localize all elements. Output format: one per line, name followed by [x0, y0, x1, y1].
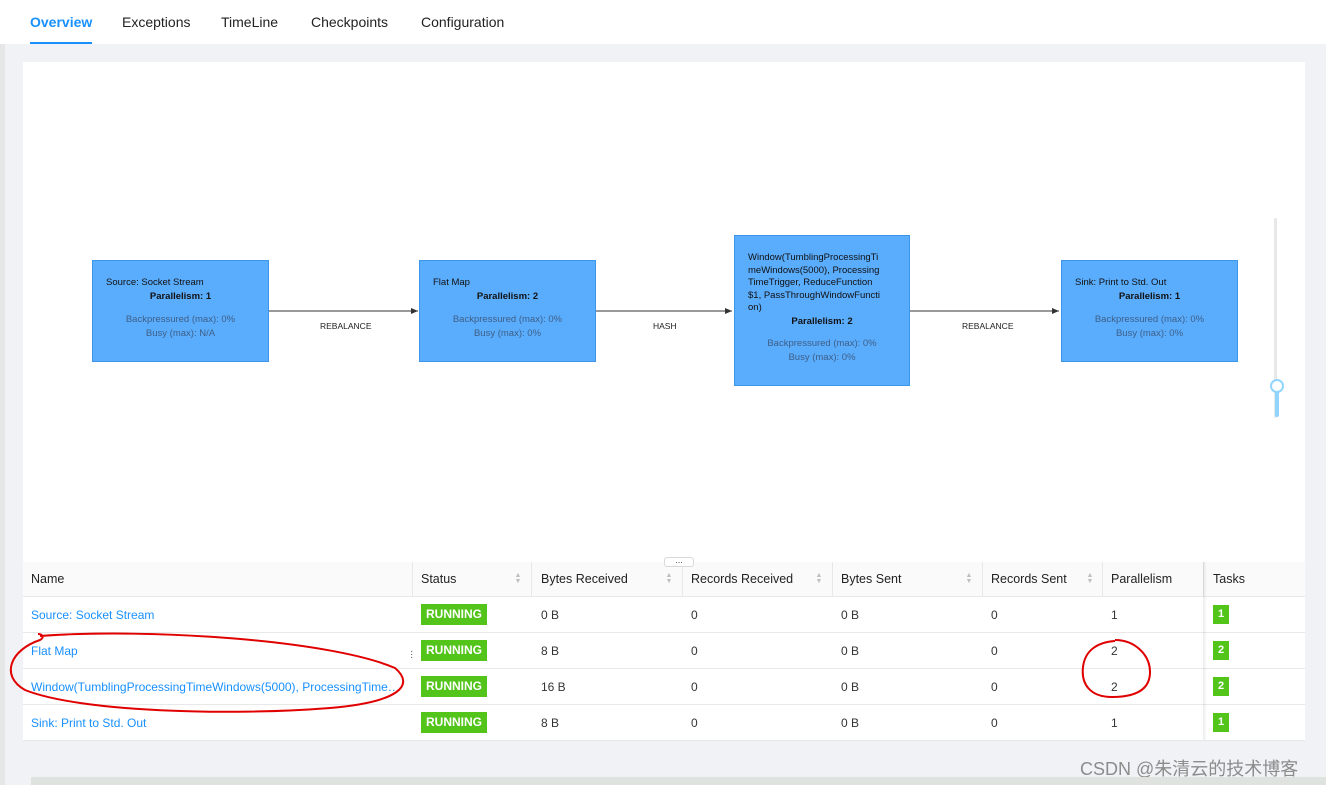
node-busy: Busy (max): 0%: [788, 352, 856, 363]
column-divider[interactable]: [412, 562, 413, 597]
node-parallelism: Parallelism: 2: [791, 316, 853, 327]
header-bytes-sent[interactable]: Bytes Sent: [841, 562, 901, 597]
tab-configuration[interactable]: Configuration: [421, 0, 504, 44]
node-title-line: $1, PassThroughWindowFuncti: [748, 289, 881, 301]
bottom-bar: [31, 777, 1326, 785]
node-busy: Busy (max): N/A: [145, 328, 216, 339]
records-sent-value: 0: [991, 680, 998, 694]
column-resize-handle[interactable]: · · ·: [410, 647, 414, 663]
edge-label-rebalance-2: REBALANCE: [962, 321, 1014, 331]
column-divider: [982, 562, 983, 597]
node-busy: Busy (max): 0%: [473, 328, 542, 339]
fixed-column-shadow: [1203, 562, 1207, 740]
bytes-received-value: 8 B: [541, 716, 560, 730]
node-busy: Busy (max): 0%: [1115, 328, 1184, 339]
node-backpressured: Backpressured (max): 0%: [767, 338, 877, 349]
bytes-received-value: 0 B: [541, 608, 560, 622]
table-row[interactable]: Flat Map RUNNING 8 B 0 0 B 0 2 2: [23, 633, 1305, 669]
header-name[interactable]: Name: [31, 562, 64, 597]
graph-node-flat-map[interactable]: Flat Map Parallelism: 2 Backpressured (m…: [419, 260, 596, 362]
tasks-badge: 1: [1213, 713, 1229, 732]
parallelism-value: 1: [1111, 608, 1118, 622]
vertex-name-link[interactable]: Sink: Print to Std. Out: [31, 705, 406, 741]
node-backpressured: Backpressured (max): 0%: [1094, 314, 1205, 325]
tab-timeline[interactable]: TimeLine: [221, 0, 278, 44]
records-received-value: 0: [691, 716, 698, 730]
column-divider: [531, 562, 532, 597]
sort-icon[interactable]: ▲ ▼: [665, 572, 673, 585]
bytes-received-value: 16 B: [541, 680, 566, 694]
header-tasks[interactable]: Tasks: [1213, 562, 1245, 597]
status-badge: RUNNING: [421, 604, 487, 625]
records-sent-value: 0: [991, 644, 998, 658]
node-title: Flat Map: [433, 277, 470, 288]
column-divider: [1102, 562, 1103, 597]
sort-icon[interactable]: ▲ ▼: [1086, 572, 1094, 585]
panel-resize-handle[interactable]: ...: [664, 556, 694, 567]
status-badge: RUNNING: [421, 712, 487, 733]
tab-bar: Overview Exceptions TimeLine Checkpoints…: [0, 0, 1326, 44]
table-row[interactable]: Source: Socket Stream RUNNING 0 B 0 0 B …: [23, 597, 1305, 633]
header-records-sent[interactable]: Records Sent: [991, 562, 1067, 597]
node-title-line: on): [748, 302, 762, 313]
bytes-received-value: 8 B: [541, 644, 560, 658]
node-title: Sink: Print to Std. Out: [1075, 277, 1167, 288]
vertex-name-link[interactable]: Flat Map: [31, 633, 406, 669]
sort-icon[interactable]: ▲ ▼: [965, 572, 973, 585]
records-sent-value: 0: [991, 608, 998, 622]
header-parallelism[interactable]: Parallelism: [1111, 562, 1172, 597]
records-received-value: 0: [691, 680, 698, 694]
sort-icon[interactable]: ▲ ▼: [815, 572, 823, 585]
column-divider: [832, 562, 833, 597]
tasks-badge: 2: [1213, 641, 1229, 660]
parallelism-value: 2: [1111, 644, 1118, 658]
edge-label-hash: HASH: [653, 321, 677, 331]
vertex-table: Name Status ▲ ▼ Bytes Received ▲ ▼ Records…: [23, 562, 1305, 741]
node-backpressured: Backpressured (max): 0%: [452, 314, 563, 325]
zoom-slider-fill: [1275, 390, 1279, 417]
bytes-sent-value: 0 B: [841, 680, 860, 694]
sort-icon[interactable]: ▲ ▼: [514, 572, 522, 585]
left-rail: [0, 44, 5, 785]
node-title-line: TimeTrigger, ReduceFunction: [748, 277, 873, 288]
table-row[interactable]: Sink: Print to Std. Out RUNNING 8 B 0 0 …: [23, 705, 1305, 741]
records-received-value: 0: [691, 644, 698, 658]
tasks-badge: 2: [1213, 677, 1229, 696]
records-received-value: 0: [691, 608, 698, 622]
graph-node-sink[interactable]: Sink: Print to Std. Out Parallelism: 1 B…: [1061, 260, 1238, 362]
tab-overview[interactable]: Overview: [30, 0, 93, 44]
header-bytes-received[interactable]: Bytes Received: [541, 562, 628, 597]
vertex-name-link[interactable]: Source: Socket Stream: [31, 597, 406, 633]
edge-label-rebalance-1: REBALANCE: [320, 321, 372, 331]
bytes-sent-value: 0 B: [841, 716, 860, 730]
table-row[interactable]: Window(TumblingProcessingTimeWindows(500…: [23, 669, 1305, 705]
records-sent-value: 0: [991, 716, 998, 730]
status-badge: RUNNING: [421, 676, 487, 697]
tasks-badge: 1: [1213, 605, 1229, 624]
parallelism-value: 1: [1111, 716, 1118, 730]
node-title-line: Window(TumblingProcessingTi: [748, 252, 879, 263]
vertex-name-link[interactable]: Window(TumblingProcessingTimeWindows(500…: [31, 669, 406, 705]
parallelism-value: 2: [1111, 680, 1118, 694]
job-graph-canvas[interactable]: REBALANCE HASH REBALANCE Source: Socket …: [23, 62, 1305, 562]
header-records-received[interactable]: Records Received: [691, 562, 793, 597]
node-parallelism: Parallelism: 1: [149, 291, 212, 302]
column-divider: [682, 562, 683, 597]
zoom-slider-handle[interactable]: [1270, 379, 1284, 393]
node-parallelism: Parallelism: 2: [476, 291, 539, 302]
node-backpressured: Backpressured (max): 0%: [125, 314, 236, 325]
node-parallelism: Parallelism: 1: [1118, 291, 1181, 302]
header-status[interactable]: Status: [421, 562, 456, 597]
bytes-sent-value: 0 B: [841, 608, 860, 622]
table-header: Name Status ▲ ▼ Bytes Received ▲ ▼ Records…: [23, 562, 1305, 597]
graph-node-window[interactable]: Window(TumblingProcessingTi meWindows(50…: [734, 235, 910, 386]
node-title: Source: Socket Stream: [106, 277, 204, 288]
status-badge: RUNNING: [421, 640, 487, 661]
bytes-sent-value: 0 B: [841, 644, 860, 658]
tab-checkpoints[interactable]: Checkpoints: [311, 0, 388, 44]
graph-node-source[interactable]: Source: Socket Stream Parallelism: 1 Bac…: [92, 260, 269, 362]
tab-exceptions[interactable]: Exceptions: [122, 0, 190, 44]
node-title-line: meWindows(5000), Processing: [748, 264, 880, 276]
